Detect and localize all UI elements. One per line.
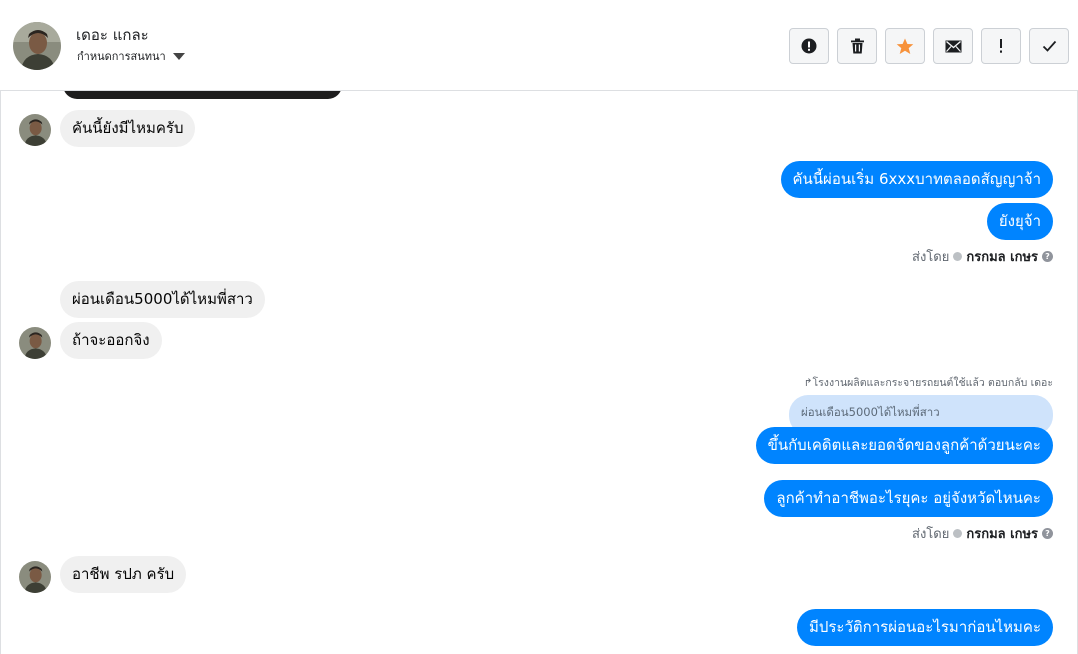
sent-by-prefix: ส่งโดย — [912, 250, 950, 265]
envelope-icon — [945, 40, 961, 52]
contact-avatar[interactable] — [13, 22, 61, 70]
assign-label: กำหนดการสนทนา — [77, 50, 166, 63]
incoming-message[interactable]: อาชีพ รปภ ครับ — [60, 556, 187, 593]
star-button[interactable] — [885, 28, 925, 64]
sent-by-label: ส่งโดย กรกมล เกษร ? — [912, 246, 1053, 267]
outgoing-message[interactable]: ยังยุจ้า — [986, 203, 1053, 240]
conversation-toolbar — [789, 28, 1069, 64]
follow-up-button[interactable] — [981, 28, 1021, 64]
conversation-header: เดอะ แกละ กำหนดการสนทนา — [0, 0, 1078, 91]
sent-by-agent[interactable]: กรกมล เกษร — [966, 246, 1038, 267]
outgoing-message[interactable]: มีประวัติการผ่อนอะไรมาก่อนไหมคะ — [796, 609, 1053, 646]
incoming-message[interactable]: ถ้าจะออกจิง — [60, 322, 162, 359]
message-thread[interactable]: คันนี้ยังมีไหมครับ คันนี้ผ่อนเริ่ม 6xxxบ… — [0, 91, 1078, 654]
outgoing-message[interactable]: คันนี้ผ่อนเริ่ม 6xxxบาทตลอดสัญญาจ้า — [780, 161, 1053, 198]
contact-avatar-small — [19, 114, 51, 146]
help-icon[interactable]: ? — [1042, 528, 1053, 539]
unread-button[interactable] — [933, 28, 973, 64]
agent-status-icon — [953, 252, 963, 261]
done-button[interactable] — [1029, 28, 1069, 64]
exclamation-icon — [1000, 39, 1002, 53]
incoming-message[interactable]: ผ่อนเดือน5000ได้ไหมพี่สาว — [60, 281, 265, 318]
reply-context-label: ↱โรงงานผลิตและกระจายรถยนต์ใช้แล้ว ตอบกลั… — [803, 377, 1053, 389]
star-icon — [896, 38, 914, 54]
outgoing-message[interactable]: ขึ้นกับเคดิตและยอดจัดของลูกค้าด้วยนะคะ — [755, 427, 1053, 464]
caret-down-icon — [172, 52, 185, 60]
sent-by-prefix: ส่งโดย — [912, 527, 950, 542]
agent-status-icon — [953, 529, 963, 538]
incoming-message[interactable]: คันนี้ยังมีไหมครับ — [60, 110, 196, 147]
help-icon[interactable]: ? — [1042, 251, 1053, 262]
sent-by-agent[interactable]: กรกมล เกษร — [966, 523, 1038, 544]
contact-avatar-small — [19, 327, 51, 359]
contact-name: เดอะ แกละ — [76, 26, 149, 44]
outgoing-message[interactable]: ลูกค้าทำอาชีพอะไรยุคะ อยู่จังหวัดไหนคะ — [764, 480, 1053, 517]
delete-button[interactable] — [837, 28, 877, 64]
assign-conversation-dropdown[interactable]: กำหนดการสนทนา — [77, 47, 185, 65]
trash-icon — [850, 38, 864, 54]
check-icon — [1042, 40, 1056, 52]
spam-button[interactable] — [789, 28, 829, 64]
sent-by-label: ส่งโดย กรกมล เกษร ? — [912, 523, 1053, 544]
contact-avatar-small — [19, 561, 51, 593]
previous-message-bubble — [63, 91, 342, 99]
exclamation-circle-icon — [801, 38, 817, 54]
